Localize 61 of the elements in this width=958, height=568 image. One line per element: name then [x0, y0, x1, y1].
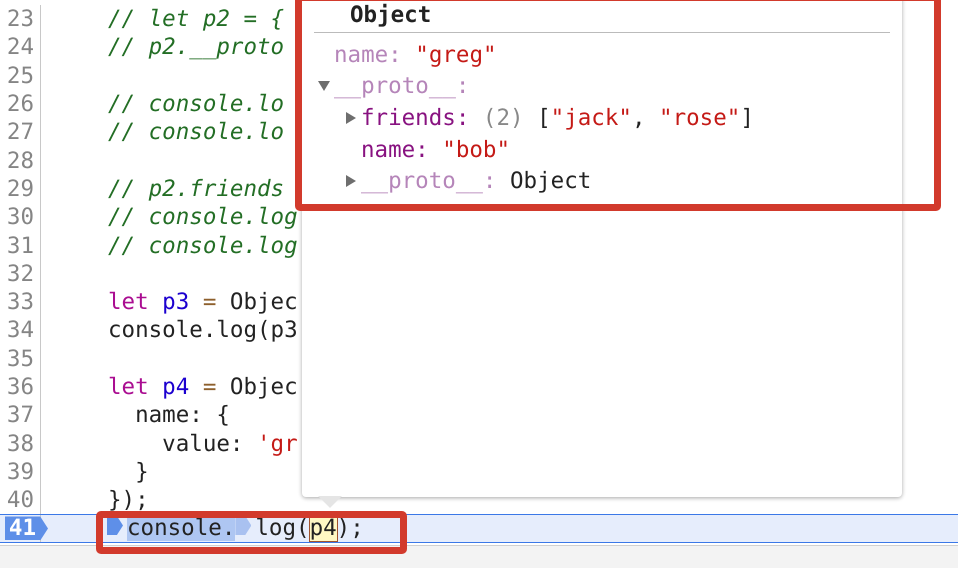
property-value: ]: [740, 104, 754, 131]
code-token: Objec: [228, 289, 298, 316]
line-number[interactable]: 32: [6, 260, 40, 287]
code-token: value:: [161, 430, 244, 457]
property-key: name:: [334, 42, 402, 68]
line-number[interactable]: 39: [6, 458, 40, 485]
code-token: );: [336, 515, 364, 542]
code-token: // p2.friends: [108, 176, 284, 202]
expanded-triangle-icon[interactable]: [318, 81, 330, 92]
property-key: friends:: [361, 104, 470, 131]
code-token: });: [108, 487, 149, 514]
code-token: let: [108, 374, 149, 400]
code-token: }: [134, 458, 149, 485]
line-number[interactable]: 35: [6, 346, 40, 372]
code-token: // console.lo: [108, 91, 284, 118]
property-value: "jack": [550, 104, 632, 131]
line-number[interactable]: 37: [6, 402, 40, 428]
line-number[interactable]: 26: [6, 91, 40, 118]
line-number[interactable]: 34: [6, 317, 40, 344]
line-number[interactable]: 31: [6, 232, 40, 259]
property-key: name:: [361, 136, 429, 163]
line-number[interactable]: 28: [6, 148, 40, 174]
line-number[interactable]: 29: [6, 176, 40, 202]
line-number[interactable]: 25: [6, 62, 40, 89]
property-value: (2): [482, 104, 524, 131]
code-token: let: [108, 289, 149, 316]
collapsed-triangle-icon[interactable]: [346, 112, 356, 124]
popover-title: Object: [350, 2, 432, 30]
code-token: Objec: [228, 374, 298, 400]
code-token: // console.log: [108, 232, 298, 259]
code-token: console.log(p3: [108, 317, 298, 344]
code-token: // let p2 = {: [108, 6, 284, 32]
code-token: =: [202, 289, 216, 316]
line-number[interactable]: 33: [6, 289, 40, 316]
property-key: __proto__:: [361, 168, 496, 194]
line-number[interactable]: 30: [6, 204, 40, 230]
line-number[interactable]: 41: [4, 516, 48, 540]
line-number[interactable]: 36: [6, 374, 40, 400]
property-value: Object: [509, 168, 592, 194]
line-number[interactable]: 23: [6, 6, 40, 32]
code-token: // console.lo: [108, 119, 284, 146]
popover-pointer: [318, 496, 342, 508]
code-token: p4: [161, 374, 190, 400]
code-token: // p2.__proto: [108, 34, 284, 60]
code-token: 'gr: [257, 430, 298, 457]
property-key: __proto__:: [334, 73, 470, 100]
code-token: name: {: [134, 402, 230, 428]
collapsed-triangle-icon[interactable]: [346, 175, 356, 188]
code-token: =: [202, 374, 216, 400]
code-token: p3: [161, 289, 190, 316]
code-token: log(: [255, 515, 310, 542]
line-number[interactable]: 27: [6, 119, 40, 146]
property-value: "bob": [441, 136, 510, 163]
property-value: [: [536, 104, 551, 131]
line-number[interactable]: 24: [6, 34, 40, 60]
line-number[interactable]: 40: [6, 487, 40, 514]
line-number[interactable]: 38: [6, 430, 40, 457]
property-value: ,: [632, 104, 646, 131]
property-value: "greg": [414, 42, 497, 68]
code-token: // console.log: [108, 204, 298, 230]
property-value: "rose": [659, 104, 740, 131]
